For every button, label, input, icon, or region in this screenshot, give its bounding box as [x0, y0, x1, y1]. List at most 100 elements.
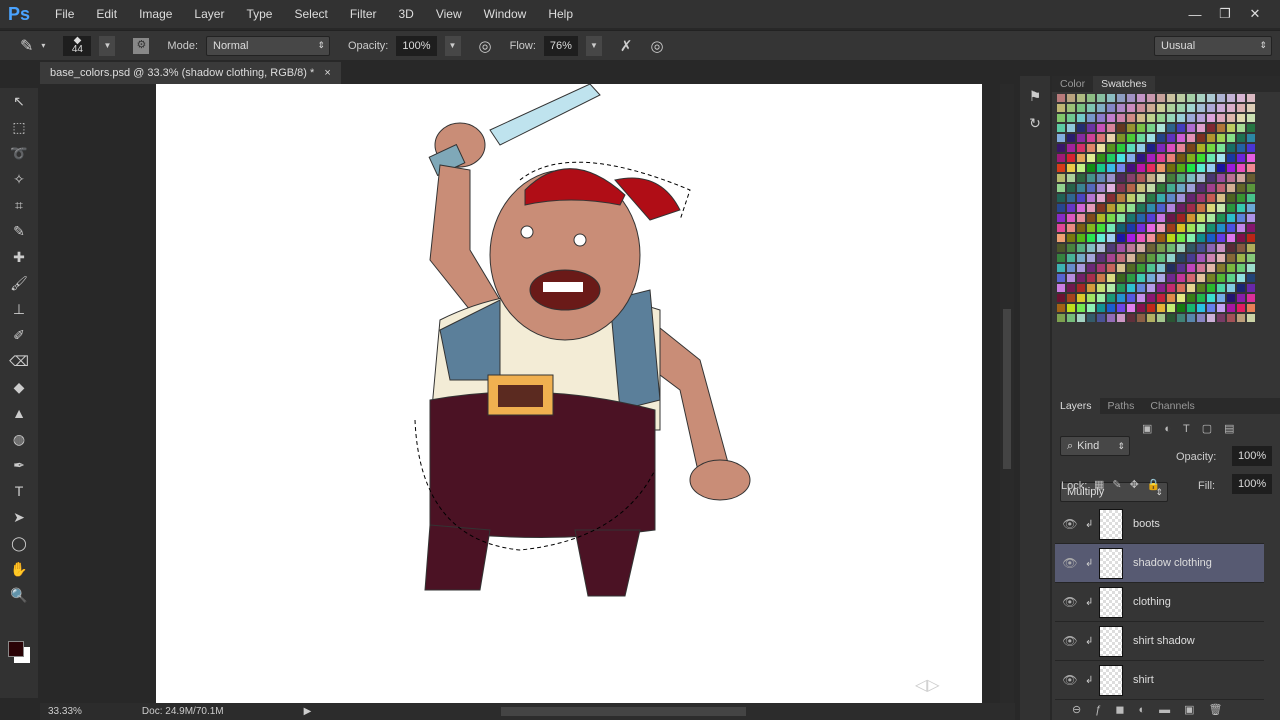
swatch[interactable] — [1186, 193, 1196, 203]
swatch[interactable] — [1156, 263, 1166, 273]
swatch[interactable] — [1126, 183, 1136, 193]
workspace-select[interactable]: Uusual — [1154, 35, 1272, 56]
swatch[interactable] — [1196, 103, 1206, 113]
swatch[interactable] — [1246, 153, 1256, 163]
swatch[interactable] — [1146, 103, 1156, 113]
swatch[interactable] — [1096, 313, 1106, 323]
swatch[interactable] — [1136, 283, 1146, 293]
swatch[interactable] — [1066, 173, 1076, 183]
swatch[interactable] — [1096, 173, 1106, 183]
swatch[interactable] — [1176, 183, 1186, 193]
swatch[interactable] — [1106, 243, 1116, 253]
swatch[interactable] — [1116, 173, 1126, 183]
swatch[interactable] — [1246, 193, 1256, 203]
swatch[interactable] — [1216, 223, 1226, 233]
swatch[interactable] — [1156, 113, 1166, 123]
swatch[interactable] — [1086, 93, 1096, 103]
swatch[interactable] — [1126, 263, 1136, 273]
swatch[interactable] — [1126, 233, 1136, 243]
swatch[interactable] — [1146, 133, 1156, 143]
swatch[interactable] — [1086, 123, 1096, 133]
swatch[interactable] — [1236, 213, 1246, 223]
swatch[interactable] — [1156, 293, 1166, 303]
layer-filter-icons[interactable]: ▣◐T▢▤ — [1142, 422, 1247, 435]
swatch[interactable] — [1216, 103, 1226, 113]
swatch[interactable] — [1206, 183, 1216, 193]
swatch[interactable] — [1146, 153, 1156, 163]
swatch[interactable] — [1176, 203, 1186, 213]
swatch[interactable] — [1186, 103, 1196, 113]
swatch[interactable] — [1106, 273, 1116, 283]
swatch[interactable] — [1066, 133, 1076, 143]
swatch[interactable] — [1116, 143, 1126, 153]
swatch[interactable] — [1176, 133, 1186, 143]
swatch[interactable] — [1246, 243, 1256, 253]
swatch[interactable] — [1246, 203, 1256, 213]
swatch[interactable] — [1216, 183, 1226, 193]
swatch[interactable] — [1116, 123, 1126, 133]
swatch[interactable] — [1136, 163, 1146, 173]
brush-tool-icon[interactable]: ✎ — [20, 36, 33, 56]
opacity-input[interactable]: 100% — [396, 35, 437, 56]
swatch[interactable] — [1106, 253, 1116, 263]
swatch[interactable] — [1206, 273, 1216, 283]
swatch[interactable] — [1116, 233, 1126, 243]
swatch[interactable] — [1126, 253, 1136, 263]
swatch[interactable] — [1126, 123, 1136, 133]
swatch[interactable] — [1216, 133, 1226, 143]
swatch[interactable] — [1206, 103, 1216, 113]
swatch[interactable] — [1096, 263, 1106, 273]
tool-0[interactable]: ↖ — [0, 88, 38, 114]
swatch[interactable] — [1246, 263, 1256, 273]
swatch[interactable] — [1206, 193, 1216, 203]
swatch[interactable] — [1116, 133, 1126, 143]
swatch[interactable] — [1236, 313, 1246, 323]
swatch[interactable] — [1086, 273, 1096, 283]
tab-paths[interactable]: Paths — [1100, 398, 1143, 414]
swatch[interactable] — [1126, 113, 1136, 123]
swatch[interactable] — [1146, 163, 1156, 173]
swatch[interactable] — [1086, 173, 1096, 183]
swatch[interactable] — [1056, 243, 1066, 253]
swatch[interactable] — [1066, 213, 1076, 223]
swatch[interactable] — [1196, 253, 1206, 263]
swatch[interactable] — [1126, 313, 1136, 323]
swatch[interactable] — [1176, 233, 1186, 243]
swatch[interactable] — [1236, 103, 1246, 113]
swatch[interactable] — [1166, 223, 1176, 233]
swatch[interactable] — [1176, 243, 1186, 253]
swatch[interactable] — [1206, 173, 1216, 183]
swatch[interactable] — [1056, 263, 1066, 273]
swatch[interactable] — [1066, 193, 1076, 203]
swatch[interactable] — [1086, 313, 1096, 323]
swatch[interactable] — [1196, 173, 1206, 183]
swatch[interactable] — [1216, 163, 1226, 173]
swatch[interactable] — [1116, 113, 1126, 123]
swatch[interactable] — [1176, 153, 1186, 163]
swatch[interactable] — [1186, 123, 1196, 133]
swatch[interactable] — [1056, 313, 1066, 323]
swatch[interactable] — [1066, 143, 1076, 153]
tool-6[interactable]: ✚ — [0, 244, 38, 270]
swatch[interactable] — [1076, 203, 1086, 213]
swatch[interactable] — [1056, 293, 1066, 303]
menu-edit[interactable]: Edit — [85, 7, 128, 21]
swatch[interactable] — [1146, 233, 1156, 243]
swatch[interactable] — [1216, 193, 1226, 203]
swatch[interactable] — [1186, 283, 1196, 293]
swatch[interactable] — [1206, 243, 1216, 253]
swatch[interactable] — [1076, 143, 1086, 153]
swatch[interactable] — [1076, 283, 1086, 293]
swatch[interactable] — [1166, 283, 1176, 293]
swatch[interactable] — [1206, 123, 1216, 133]
swatch[interactable] — [1236, 273, 1246, 283]
swatch[interactable] — [1246, 103, 1256, 113]
swatch[interactable] — [1056, 163, 1066, 173]
swatch[interactable] — [1246, 223, 1256, 233]
swatch[interactable] — [1166, 253, 1176, 263]
swatch[interactable] — [1086, 133, 1096, 143]
document-canvas[interactable]: ◁▷ — [156, 84, 982, 703]
visibility-eye-icon[interactable]: 👁 — [1055, 517, 1085, 531]
swatch[interactable] — [1226, 133, 1236, 143]
swatch[interactable] — [1206, 113, 1216, 123]
